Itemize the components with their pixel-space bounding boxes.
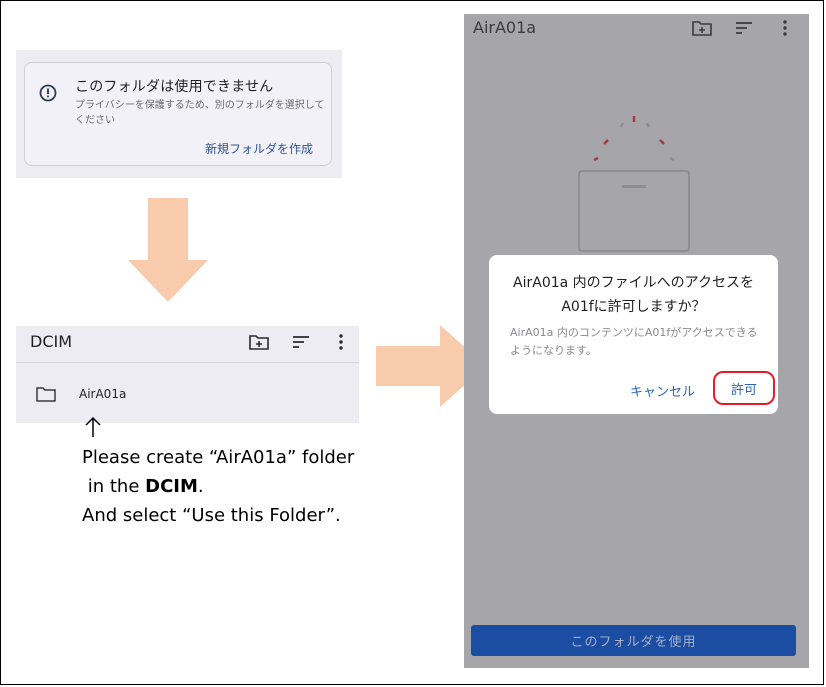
folder-name: AirA01a <box>79 387 127 401</box>
access-permission-dialog: AirA01a 内のファイルへのアクセスをA01fに許可しますか？ AirA01… <box>489 255 778 414</box>
new-folder-icon[interactable] <box>691 17 713 39</box>
empty-folder-illustration <box>578 116 690 252</box>
folder-warning-panel: このフォルダは使用できません プライバシーを保護するため、別のフォルダを選択して… <box>16 50 342 178</box>
dialog-title: AirA01a 内のファイルへのアクセスをA01fに許可しますか？ <box>513 275 754 315</box>
new-folder-icon[interactable] <box>248 331 270 353</box>
warning-title: このフォルダは使用できません <box>75 79 274 95</box>
phone-folder-title: AirA01a <box>473 18 537 37</box>
phone-screen: AirA01a AirA01a 内のファイルへのアクセスをA01fに許可しますか… <box>464 14 809 668</box>
allow-button-label: 許可 <box>730 382 757 398</box>
create-folder-link[interactable]: 新規フォルダを作成 <box>205 140 313 157</box>
instruction-line-3: And select “Use this Folder”. <box>82 505 341 526</box>
info-icon <box>39 84 57 102</box>
more-vert-icon[interactable] <box>330 331 352 353</box>
cancel-button[interactable]: キャンセル <box>630 381 695 400</box>
instruction-line-2-prefix: in the <box>82 476 146 497</box>
toolbar-divider <box>16 362 359 363</box>
use-this-folder-label: このフォルダを使用 <box>570 635 697 650</box>
up-arrow-icon <box>85 416 101 437</box>
allow-button[interactable]: 許可 <box>713 371 775 405</box>
folder-row-aira01a[interactable]: AirA01a <box>16 370 359 414</box>
instruction-line-1: Please create “AirA01a” folder <box>82 447 355 468</box>
dcim-folder-panel: DCIM AirA01a <box>16 326 359 423</box>
dcim-title: DCIM <box>30 332 73 351</box>
folder-icon <box>36 387 56 402</box>
warning-description: プライバシーを保護するため、別のフォルダを選択してください <box>75 100 325 126</box>
folder-warning-card: このフォルダは使用できません プライバシーを保護するため、別のフォルダを選択して… <box>24 62 332 166</box>
use-this-folder-button[interactable]: このフォルダを使用 <box>471 625 796 656</box>
more-vert-icon[interactable] <box>774 17 796 39</box>
instruction-line-2-suffix: . <box>197 476 204 497</box>
sort-icon[interactable] <box>290 331 312 353</box>
dialog-body: AirA01a 内のコンテンツにA01fがアクセスできるようになります。 <box>510 326 758 357</box>
instruction-text: Please create “AirA01a” folder in the DC… <box>82 443 354 530</box>
sort-icon[interactable] <box>733 17 755 39</box>
down-arrow-icon <box>128 198 208 302</box>
instruction-line-2-bold: DCIM <box>145 476 198 497</box>
